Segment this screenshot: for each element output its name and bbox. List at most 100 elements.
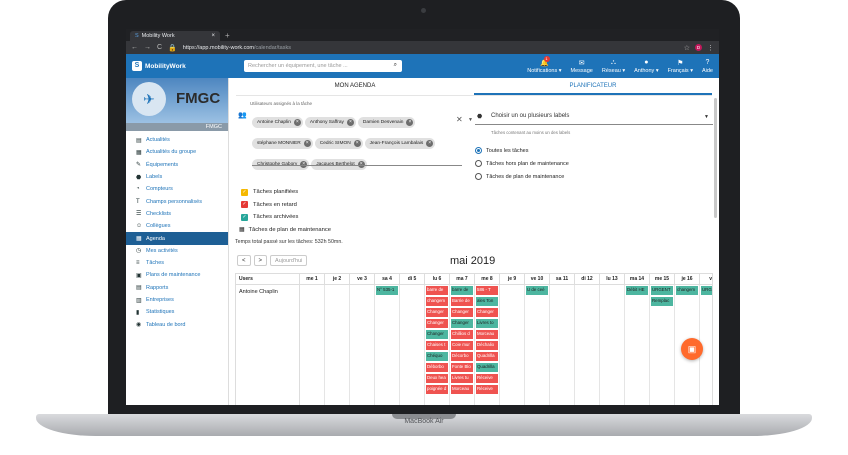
task-event[interactable]: Décorbo xyxy=(451,352,473,361)
back-icon[interactable]: ← xyxy=(131,44,138,51)
nav-item-réseau[interactable]: ⛬ Réseau ▾ xyxy=(602,59,625,74)
checkbox-option[interactable]: ✓ Tâches planifiées xyxy=(241,186,298,199)
reload-icon[interactable]: C xyxy=(157,44,162,51)
remove-chip-icon[interactable]: × xyxy=(353,140,361,147)
assignee-chip[interactable]: Jean-François Lambalais × xyxy=(364,138,436,149)
radio-button[interactable] xyxy=(475,147,482,154)
task-event[interactable]: Chaises t xyxy=(426,341,448,350)
profile-avatar[interactable]: D xyxy=(695,44,702,51)
new-tab-button[interactable]: + xyxy=(225,31,230,41)
sidebar-item-champs-personnalisés[interactable]: T Champs personnalisés xyxy=(126,195,228,207)
search-input[interactable]: Rechercher un équipement, une tâche ... … xyxy=(244,60,402,72)
remove-chip-icon[interactable]: × xyxy=(303,140,311,147)
assignee-chips[interactable]: Antoine Chaplin × Anthony Saffray × Damien D… xyxy=(252,110,447,173)
task-event[interactable]: Quadrilla xyxy=(476,363,498,372)
task-event[interactable]: Changer xyxy=(451,308,473,317)
task-event[interactable]: ales Ton xyxy=(476,297,498,306)
sidebar-item-actualités-du-groupe[interactable]: ▦ Actualités du groupe xyxy=(126,146,228,158)
checkbox-option[interactable]: ✓ Tâches en retard xyxy=(241,199,298,212)
task-event[interactable]: Livres to xyxy=(476,319,498,328)
close-tab-icon[interactable]: × xyxy=(211,33,215,39)
sidebar-item-tableau-de-bord[interactable]: ◉ Tableau de bord xyxy=(126,318,228,330)
task-event[interactable]: Changer xyxy=(426,330,448,339)
task-event[interactable]: Changer xyxy=(426,319,448,328)
radio-option[interactable]: Tâches de plan de maintenance xyxy=(475,170,569,183)
assignee-chip[interactable]: Anthony Saffray × xyxy=(304,117,356,128)
task-event[interactable]: barre de xyxy=(426,286,448,295)
task-event[interactable]: URGENT xyxy=(651,286,673,295)
task-event[interactable]: Fonte Blo xyxy=(451,363,473,372)
tab-planificateur[interactable]: PLANIFICATEUR xyxy=(474,78,712,95)
assignee-chip[interactable]: Damien Desvenain × xyxy=(357,117,416,128)
sidebar-item-compteurs[interactable]: ◔ Compteurs xyxy=(126,183,228,195)
radio-option[interactable]: Tâches hors plan de maintenance xyxy=(475,157,569,170)
task-event[interactable]: Remplac xyxy=(651,297,673,306)
search-icon[interactable]: ⌕ xyxy=(394,62,397,69)
star-icon[interactable]: ☆ xyxy=(684,44,690,52)
sidebar-item-labels[interactable]: ⬣ Labels xyxy=(126,171,228,183)
remove-chip-icon[interactable]: × xyxy=(406,119,414,126)
nav-item-message[interactable]: ✉ Message xyxy=(571,59,593,74)
menu-dots-icon[interactable]: ⋮ xyxy=(707,44,714,52)
remove-chip-icon[interactable]: × xyxy=(293,119,301,126)
radio-option[interactable]: Toutes les tâches xyxy=(475,144,569,157)
task-event[interactable]: Changer xyxy=(426,308,448,317)
sidebar-item-plans-de-maintenance[interactable]: ▣ Plans de maintenance xyxy=(126,269,228,281)
task-event[interactable]: barre de xyxy=(451,286,473,295)
task-event[interactable]: Réceive xyxy=(476,374,498,383)
checkbox-checked-icon[interactable]: ✓ xyxy=(241,213,248,221)
task-event[interactable]: Changer xyxy=(451,319,473,328)
clear-assignees-icon[interactable]: ✕ xyxy=(456,115,463,124)
task-event[interactable]: Barrie de xyxy=(451,297,473,306)
labels-select[interactable]: ⬣ Choisir un ou plusieurs labels ▼ xyxy=(475,111,713,125)
task-event[interactable]: Deux hea xyxy=(426,374,448,383)
address-bar[interactable]: https://app.mobility-work.com/calendar/t… xyxy=(183,45,291,51)
checkbox-option[interactable]: ✓ Tâches archivées xyxy=(241,211,298,224)
radio-button[interactable] xyxy=(475,160,482,167)
assignee-chip[interactable]: Cedric SIMON × xyxy=(314,138,363,149)
assignee-chip[interactable]: stéphane MONNIER × xyxy=(252,138,313,149)
sidebar-item-tâches[interactable]: ≡ Tâches xyxy=(126,257,228,269)
sidebar-item-agenda[interactable]: ▦ Agenda xyxy=(126,232,228,245)
sidebar-item-entreprises[interactable]: ▥ Entreprises xyxy=(126,294,228,306)
remove-chip-icon[interactable]: × xyxy=(346,119,354,126)
task-event[interactable]: poignée d xyxy=(426,385,448,394)
task-event[interactable]: Changer xyxy=(476,308,498,317)
task-event[interactable]: Déchalio xyxy=(476,341,498,350)
task-event[interactable]: Chillios d xyxy=(451,330,473,339)
sidebar-item-actualités[interactable]: ▤ Actualités xyxy=(126,134,228,146)
nav-item-franais[interactable]: ⚑ Français ▾ xyxy=(668,59,693,74)
nav-item-notifications[interactable]: 🔔 Notifications ▾ 1 xyxy=(527,55,562,74)
checkbox-checked-icon[interactable]: ✓ xyxy=(241,188,248,196)
chat-button[interactable]: ▣ xyxy=(681,338,703,360)
task-event[interactable]: U de ceè xyxy=(526,286,548,295)
radio-button[interactable] xyxy=(475,173,482,180)
task-event[interactable]: Réceive xyxy=(476,385,498,394)
task-event[interactable]: Coie mur xyxy=(451,341,473,350)
browser-tab[interactable]: S Mobility Work × xyxy=(130,31,220,41)
task-event[interactable]: Débit HE xyxy=(626,286,648,295)
nav-item-anthony[interactable]: ● Anthony ▾ xyxy=(634,59,658,74)
sidebar-item-statistiques[interactable]: ▮ Statistiques xyxy=(126,306,228,318)
task-event[interactable]: Déborbo xyxy=(426,363,448,372)
remove-chip-icon[interactable]: × xyxy=(426,140,434,147)
checkbox-checked-icon[interactable]: ✓ xyxy=(241,201,248,209)
sidebar-item-collègues[interactable]: ☺ Collègues xyxy=(126,220,228,232)
maintenance-plan-filter[interactable]: ▦ Tâches de plan de maintenance xyxy=(239,227,331,233)
task-event[interactable]: Morceau xyxy=(476,330,498,339)
task-event[interactable]: Morceau xyxy=(451,385,473,394)
nav-item-aide[interactable]: ? Aide xyxy=(702,59,713,74)
sidebar-item-rapports[interactable]: ▤ Rapports xyxy=(126,282,228,294)
task-event[interactable]: changem xyxy=(676,286,698,295)
next-button[interactable]: > xyxy=(253,255,268,266)
task-event[interactable]: N° 535-1 xyxy=(376,286,398,295)
task-event[interactable]: changem xyxy=(426,297,448,306)
task-event[interactable]: URG xyxy=(701,286,712,295)
prev-button[interactable]: < xyxy=(237,255,251,266)
today-button[interactable]: Aujourd'hui xyxy=(270,255,308,266)
sidebar-item-checklists[interactable]: ☰ Checklists xyxy=(126,208,228,220)
assignee-chip[interactable]: Antoine Chaplin × xyxy=(252,117,303,128)
task-event[interactable]: Livres tu xyxy=(451,374,473,383)
tab-mon-agenda[interactable]: MON AGENDA xyxy=(236,78,474,95)
forward-icon[interactable]: → xyxy=(144,44,151,51)
